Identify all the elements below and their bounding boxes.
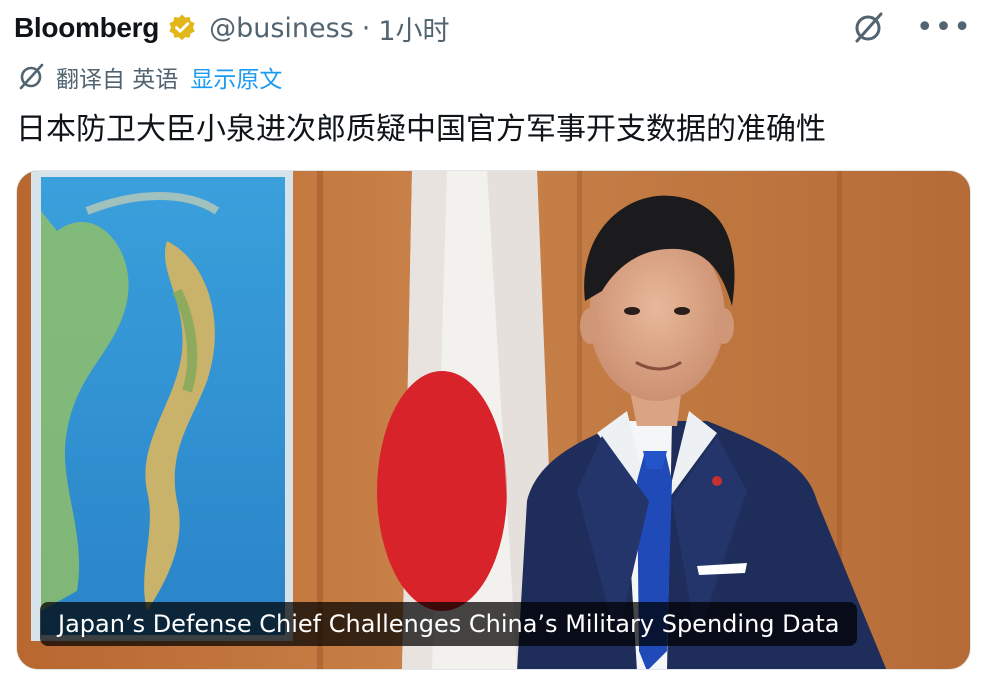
author-name[interactable]: Bloomberg — [14, 12, 159, 44]
tweet-text: 日本防卫大臣小泉进次郎质疑中国官方军事开支数据的准确性 — [16, 112, 826, 147]
tweet-media[interactable] — [16, 170, 971, 670]
separator-dot: · — [361, 12, 371, 44]
handle-and-time: @business · 1小时 — [209, 9, 449, 48]
translated-from-label: 翻译自 英语 — [56, 67, 179, 93]
grok-icon[interactable] — [850, 10, 886, 46]
media-image — [17, 171, 970, 669]
post-time[interactable]: 1小时 — [378, 9, 449, 48]
translation-bar: 翻译自 英语 显示原文 — [16, 60, 282, 94]
show-original-link[interactable]: 显示原文 — [190, 60, 282, 94]
tweet-header: Bloomberg @business · 1小时 ••• — [14, 8, 972, 48]
media-caption: Japan’s Defense Chief Challenges China’s… — [40, 602, 858, 646]
header-actions: ••• — [850, 10, 972, 46]
translate-icon — [16, 62, 46, 92]
more-options-icon[interactable]: ••• — [916, 13, 972, 43]
verified-badge-icon — [167, 13, 197, 43]
author-handle[interactable]: @business — [209, 13, 354, 44]
